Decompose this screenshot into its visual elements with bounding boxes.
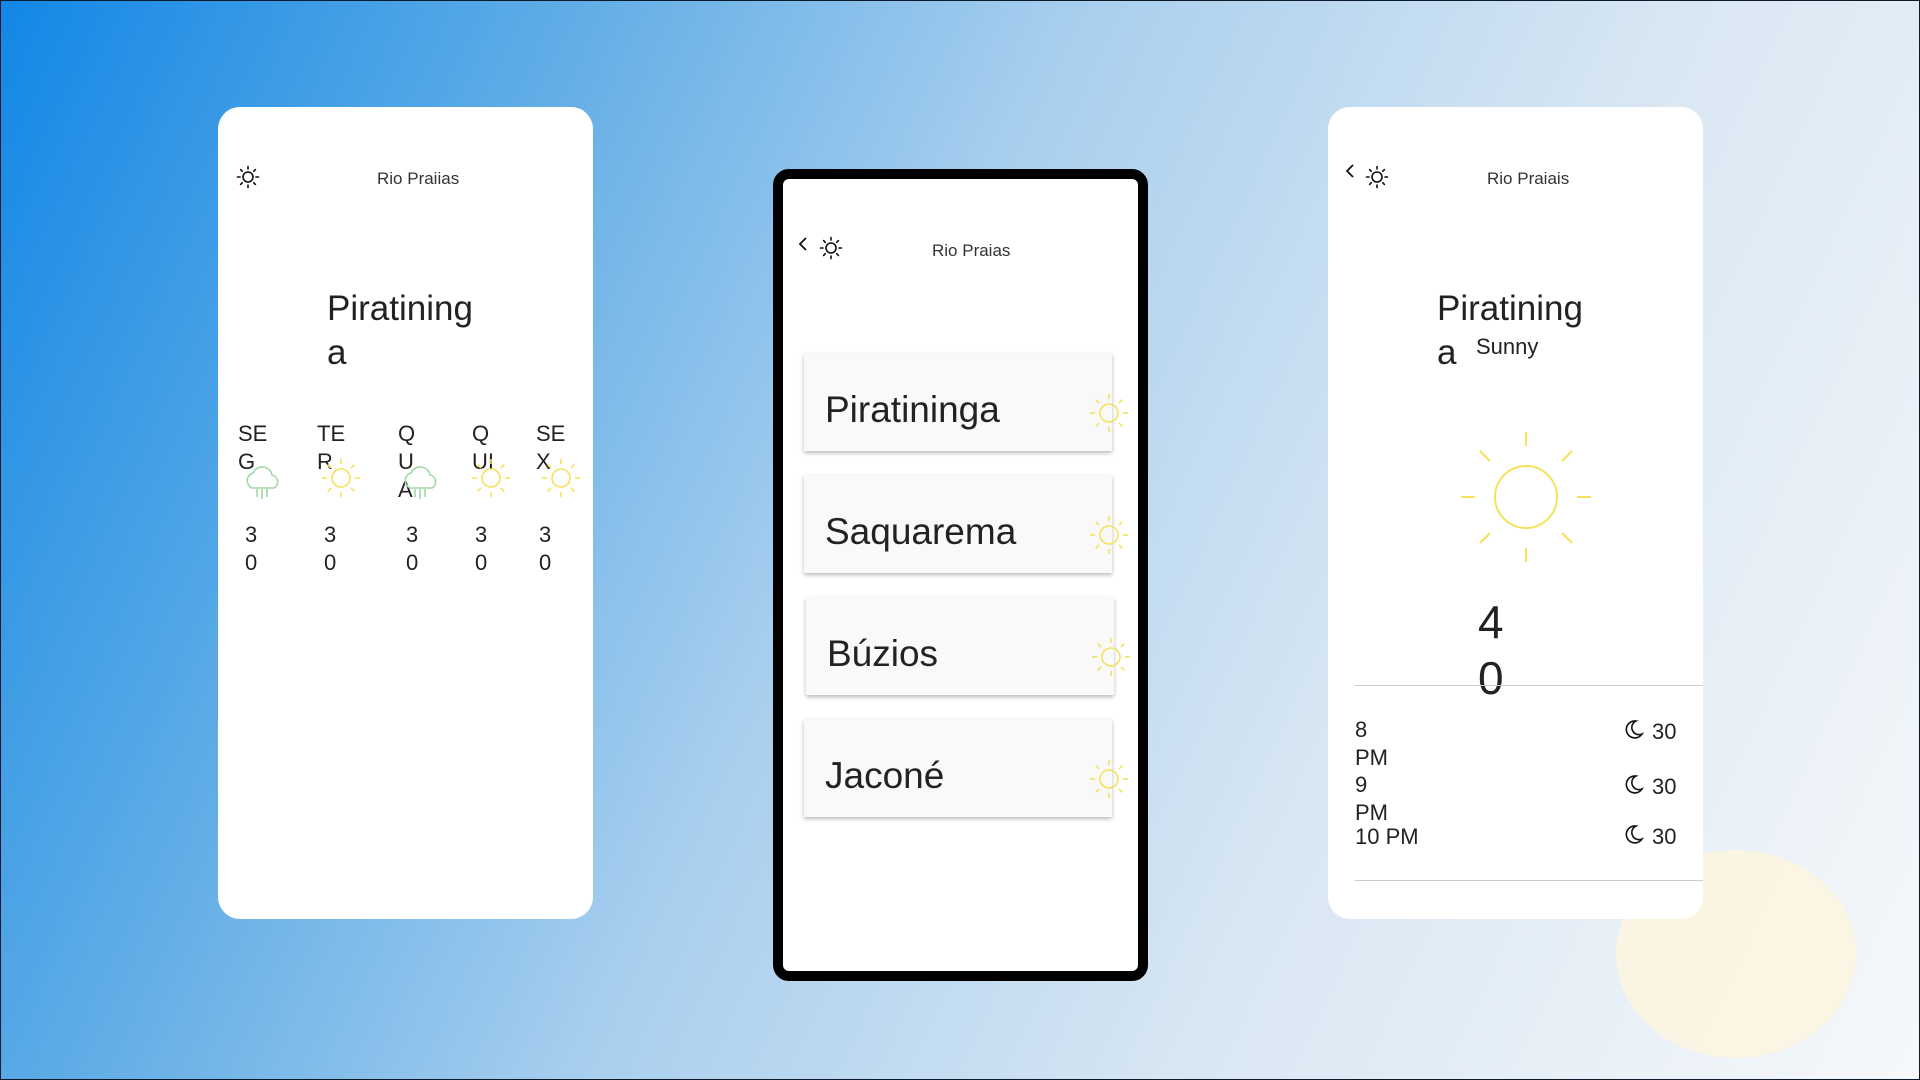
beach-name: Saquarema	[825, 511, 1017, 552]
beach-detail-screen: Rio Praiais Piratininga Sunny 40 8 PM 30…	[1328, 107, 1703, 919]
forecast-screen: Rio Praiias Piratininga SEG 30 TER 30 QU…	[218, 107, 593, 919]
hour-temp: 30	[1652, 824, 1677, 849]
back-arrow-icon[interactable]	[795, 236, 811, 252]
city-name: Piratininga	[327, 289, 473, 372]
theme-sun-icon[interactable]	[1365, 165, 1389, 189]
divider	[1355, 880, 1703, 881]
app-bar: Rio Praiais	[1328, 107, 1703, 189]
theme-sun-icon[interactable]	[236, 165, 260, 189]
rain-cloud-icon	[246, 466, 279, 499]
sun-icon	[1090, 516, 1128, 554]
sun-icon	[1090, 760, 1128, 798]
day-temp: 30	[324, 522, 337, 575]
hour-label: 10 PM	[1355, 824, 1419, 849]
app-title: Rio Praias	[932, 241, 1011, 260]
hour-label: 8 PM	[1355, 717, 1388, 770]
hour-temp: 30	[1652, 719, 1677, 744]
beach-card[interactable]: Piratininga	[804, 353, 1128, 451]
rain-cloud-icon	[404, 466, 437, 499]
current-temperature: 40	[1478, 596, 1504, 704]
moon-icon	[1625, 720, 1644, 739]
divider	[1355, 685, 1703, 686]
city-name: Piratininga	[1437, 289, 1583, 372]
day-temp: 30	[539, 522, 552, 575]
app-bar: Rio Praias	[783, 179, 1138, 260]
back-arrow-icon[interactable]	[1342, 163, 1358, 179]
beach-list-screen: Rio Praias Piratininga Saquarema Búzios …	[773, 169, 1148, 981]
large-sun-icon	[1461, 432, 1591, 562]
app-title: Rio Praiais	[1487, 169, 1570, 188]
sun-icon	[1092, 638, 1130, 676]
sun-icon	[322, 459, 360, 497]
moon-icon	[1625, 825, 1644, 844]
beach-name: Piratininga	[825, 389, 1000, 430]
app-bar: Rio Praiias	[218, 107, 593, 189]
sun-icon	[542, 459, 580, 497]
weather-condition: Sunny	[1476, 334, 1539, 359]
moon-icon	[1625, 775, 1644, 794]
beach-name: Búzios	[827, 633, 939, 674]
beach-name: Jaconé	[825, 755, 945, 796]
sun-icon	[1090, 394, 1128, 432]
theme-sun-icon[interactable]	[819, 236, 843, 260]
beach-card[interactable]: Búzios	[806, 597, 1130, 695]
hour-label: 9 PM	[1355, 772, 1388, 825]
day-temp: 30	[406, 522, 419, 575]
hour-temp: 30	[1652, 774, 1677, 799]
beach-card[interactable]: Saquarema	[804, 475, 1128, 573]
sun-icon	[472, 459, 510, 497]
beach-card[interactable]: Jaconé	[804, 719, 1128, 817]
day-temp: 30	[245, 522, 258, 575]
day-temp: 30	[475, 522, 488, 575]
app-title: Rio Praiias	[377, 169, 460, 188]
